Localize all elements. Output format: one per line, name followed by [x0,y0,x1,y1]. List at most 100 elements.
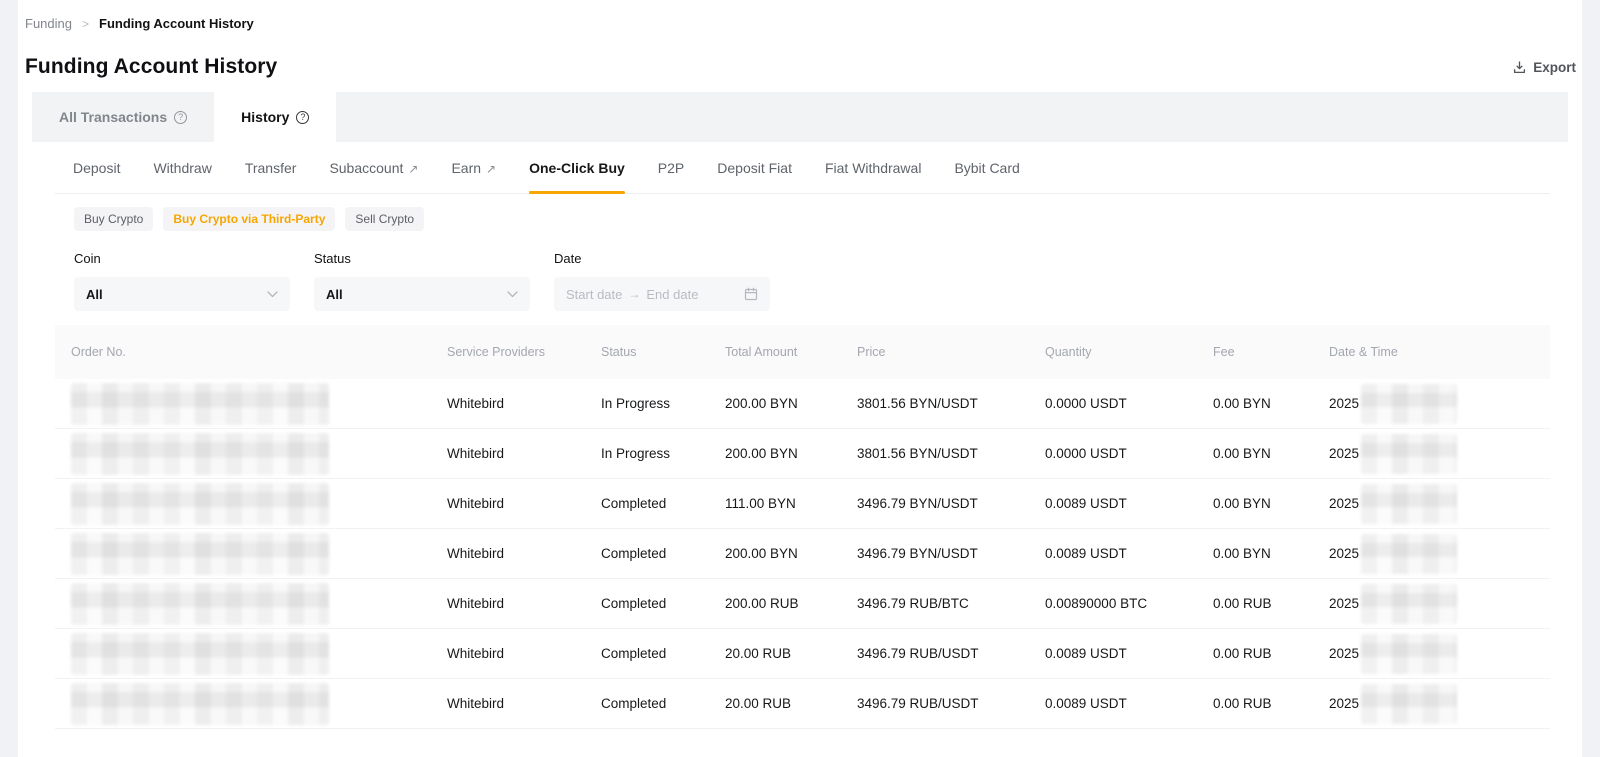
table-row[interactable]: Whitebird In Progress 200.00 BYN 3801.56… [55,379,1550,429]
table-row[interactable]: Whitebird Completed 200.00 RUB 3496.79 R… [55,579,1550,629]
table-row[interactable]: Whitebird In Progress 200.00 BYN 3801.56… [55,429,1550,479]
date-year: 2025 [1329,546,1359,561]
cell-fee: 0.00 BYN [1213,496,1329,511]
chip-label: Buy Crypto via Third-Party [173,212,325,226]
date-range-input[interactable]: Start date → End date [554,277,770,311]
breadcrumb-current: Funding Account History [99,16,254,31]
cell-price: 3801.56 BYN/USDT [857,446,1045,461]
external-link-icon: ↗ [486,162,496,176]
subtab-transfer[interactable]: Transfer [245,142,297,193]
cell-price: 3496.79 RUB/BTC [857,596,1045,611]
help-icon: ? [174,111,187,124]
date-label: Date [554,251,770,266]
help-icon: ? [296,111,309,124]
cell-order-no [55,483,447,525]
subtab-label: Transfer [245,160,297,176]
cell-quantity: 0.0000 USDT [1045,396,1213,411]
cell-total-amount: 20.00 RUB [725,646,857,661]
cell-quantity: 0.0089 USDT [1045,696,1213,711]
date-range-arrow-icon: → [628,287,640,301]
redacted-date [1361,434,1457,474]
cell-order-no [55,583,447,625]
date-year: 2025 [1329,646,1359,661]
cell-status: Completed [601,496,725,511]
export-label: Export [1533,60,1576,75]
cell-service-provider: Whitebird [447,446,601,461]
date-year: 2025 [1329,696,1359,711]
subtab-deposit[interactable]: Deposit [73,142,120,193]
cell-status: Completed [601,546,725,561]
redacted-order-no [71,433,329,475]
status-filter: Status All [314,251,530,311]
subtab-deposit-fiat[interactable]: Deposit Fiat [717,142,792,193]
subtab-one-click-buy[interactable]: One-Click Buy [529,142,625,193]
tab-all-transactions[interactable]: All Transactions ? [32,92,214,142]
subtab-earn[interactable]: Earn ↗ [451,142,496,193]
cell-quantity: 0.0000 USDT [1045,446,1213,461]
redacted-order-no [71,383,329,425]
redacted-order-no [71,533,329,575]
breadcrumb: Funding > Funding Account History [18,0,1582,31]
cell-fee: 0.00 RUB [1213,646,1329,661]
subtab-label: Bybit Card [954,160,1019,176]
table-row[interactable]: Whitebird Completed 20.00 RUB 3496.79 RU… [55,629,1550,679]
calendar-icon [744,287,758,301]
cell-date-time: 2025 [1329,584,1550,624]
date-year: 2025 [1329,446,1359,461]
breadcrumb-parent[interactable]: Funding [25,16,72,31]
cell-fee: 0.00 BYN [1213,546,1329,561]
table-body: Whitebird In Progress 200.00 BYN 3801.56… [55,379,1550,729]
subtab-label: Deposit [73,160,120,176]
chip-buy-crypto[interactable]: Buy Crypto [74,207,153,231]
coin-select[interactable]: All [74,277,290,311]
subtab-bybit-card[interactable]: Bybit Card [954,142,1019,193]
cell-date-time: 2025 [1329,484,1550,524]
main-tabs: All Transactions ? History ? [32,92,1568,142]
cell-service-provider: Whitebird [447,646,601,661]
subtab-label: Earn [451,160,481,176]
cell-fee: 0.00 RUB [1213,596,1329,611]
cell-price: 3496.79 RUB/USDT [857,696,1045,711]
tab-label: History [241,109,289,125]
start-date-placeholder: Start date [566,287,622,302]
table-row[interactable]: Whitebird Completed 20.00 RUB 3496.79 RU… [55,679,1550,729]
chip-sell-crypto[interactable]: Sell Crypto [345,207,424,231]
cell-total-amount: 200.00 RUB [725,596,857,611]
cell-total-amount: 200.00 BYN [725,446,857,461]
cell-service-provider: Whitebird [447,396,601,411]
cell-price: 3496.79 BYN/USDT [857,546,1045,561]
column-header-total-amount: Total Amount [725,345,857,359]
cell-service-provider: Whitebird [447,546,601,561]
tab-history[interactable]: History ? [214,92,336,142]
cell-quantity: 0.0089 USDT [1045,646,1213,661]
subtab-subaccount[interactable]: Subaccount ↗ [329,142,418,193]
cell-price: 3801.56 BYN/USDT [857,396,1045,411]
cell-total-amount: 111.00 BYN [725,496,857,511]
status-select[interactable]: All [314,277,530,311]
tab-label: All Transactions [59,109,167,125]
cell-status: Completed [601,596,725,611]
table-row[interactable]: Whitebird Completed 111.00 BYN 3496.79 B… [55,479,1550,529]
page-title: Funding Account History [25,55,277,79]
table-row[interactable]: Whitebird Completed 200.00 BYN 3496.79 B… [55,529,1550,579]
column-header-price: Price [857,345,1045,359]
redacted-date [1361,634,1457,674]
subtab-withdraw[interactable]: Withdraw [153,142,211,193]
date-filter: Date Start date → End date [554,251,770,311]
redacted-order-no [71,583,329,625]
cell-order-no [55,383,447,425]
cell-order-no [55,633,447,675]
filters: Coin All Status All Date [55,251,1550,311]
cell-status: Completed [601,696,725,711]
coin-label: Coin [74,251,290,266]
subtab-label: Fiat Withdrawal [825,160,921,176]
cell-date-time: 2025 [1329,534,1550,574]
subtab-p2p[interactable]: P2P [658,142,684,193]
export-button[interactable]: Export [1512,60,1576,75]
cell-status: In Progress [601,396,725,411]
chevron-down-icon [267,285,278,303]
subtab-fiat-withdrawal[interactable]: Fiat Withdrawal [825,142,921,193]
date-year: 2025 [1329,596,1359,611]
chip-buy-crypto-via-third-party[interactable]: Buy Crypto via Third-Party [163,207,335,231]
redacted-date [1361,584,1457,624]
